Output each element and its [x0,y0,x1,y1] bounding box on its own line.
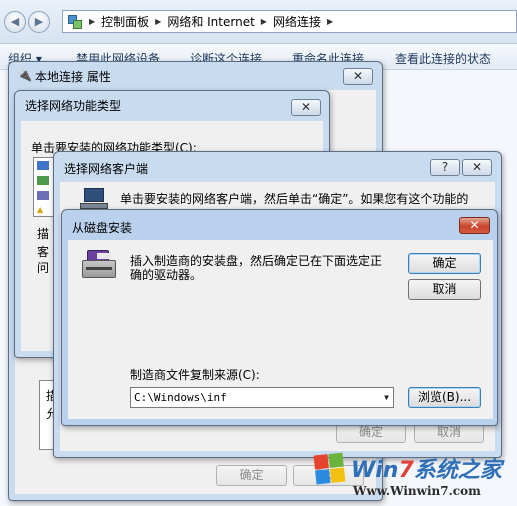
chevron-down-icon[interactable]: ▼ [384,388,389,407]
client-icon [37,161,49,170]
windows-logo-icon [313,452,347,486]
floppy-disk-drive-icon [82,250,116,280]
window-title: 从磁盘安装 [72,221,133,235]
chevron-right-icon: ▶ [326,17,334,26]
address-bar[interactable]: ▶ 控制面板 ▶ 网络和 Internet ▶ 网络连接 ▶ [62,10,517,33]
ok-button[interactable]: 确定 [216,465,287,486]
breadcrumb-control-panel[interactable]: 控制面板 [101,13,149,30]
window-client: 插入制造商的安装盘，然后确定已在下面选定正 确的驱动器。 确定 取消 制造商文件… [68,240,493,419]
description-label: 描 [37,227,50,241]
view-status-command[interactable]: 查看此连接的状态 [395,50,491,67]
close-button[interactable]: ✕ [343,68,373,85]
window-title: 本地连接 属性 [35,70,111,84]
warning-icon: ▲ [37,205,44,214]
chevron-right-icon: ▶ [260,17,267,26]
ok-button[interactable]: 确定 [408,253,481,274]
browse-button[interactable]: 浏览(B)... [408,387,481,408]
breadcrumb-network-connections[interactable]: 网络连接 [273,13,321,30]
service-icon [37,176,49,185]
window-title: 选择网络客户端 [64,162,149,176]
chevron-right-icon: ▶ [89,17,96,26]
title-bar: 选择网络客户端 ? ✕ [54,152,501,178]
chevron-right-icon: ▶ [155,17,162,26]
description-text-a: 客 [37,245,50,259]
explorer-address-area: ◀ ▶ ▶ 控制面板 ▶ 网络和 Internet ▶ 网络连接 ▶ [0,0,517,44]
watermark-url: Www.Winwin7.com [353,484,481,498]
copy-from-label: 制造商文件复制来源(C): [130,368,260,382]
title-bar: 从磁盘安装 ✕ [62,210,497,236]
back-button[interactable]: ◀ [4,11,26,33]
close-button[interactable]: ✕ [459,217,490,234]
breadcrumb-network-internet[interactable]: 网络和 Internet [167,13,254,30]
copy-from-combobox[interactable]: C:\Windows\inf ▼ [130,387,394,408]
copy-from-value: C:\Windows\inf [134,391,227,404]
window-title: 选择网络功能类型 [25,99,122,113]
watermark-title: Win7系统之家 [351,458,502,483]
forward-button[interactable]: ▶ [28,11,50,33]
title-bar: 选择网络功能类型 ✕ [15,91,329,117]
install-from-disk-dialog: 从磁盘安装 ✕ 插入制造商的安装盘，然后确定已在下面选定正 确的驱动器。 确定 … [61,209,498,426]
help-button[interactable]: ? [430,159,460,176]
client-instruction: 单击要安装的网络客户端，然后单击“确定”。如果您有这个功能的 [120,192,469,206]
protocol-icon [37,191,49,200]
insert-disk-message-line2: 确的驱动器。 [130,268,203,282]
cancel-button[interactable]: 取消 [408,279,481,300]
title-bar: 🔌 本地连接 属性 ✕ [9,62,382,88]
description-text-b: 问 [37,261,50,275]
control-panel-icon [67,14,83,30]
close-button[interactable]: ✕ [291,99,321,116]
network-adapter-icon: 🔌 [17,68,32,82]
watermark: Win7系统之家 Www.Winwin7.com [313,452,513,502]
close-button[interactable]: ✕ [462,159,492,176]
